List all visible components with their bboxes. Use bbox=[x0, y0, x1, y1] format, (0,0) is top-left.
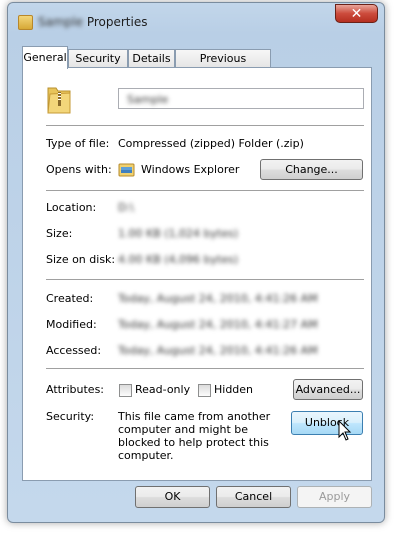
mouse-pointer-icon bbox=[338, 420, 352, 441]
cancel-button[interactable]: Cancel bbox=[216, 486, 291, 508]
ok-button[interactable]: OK bbox=[135, 486, 210, 508]
title-suffix: Properties bbox=[86, 15, 148, 29]
close-icon: ✕ bbox=[350, 6, 363, 22]
apply-button[interactable]: Apply bbox=[297, 486, 372, 508]
location-label: Location: bbox=[46, 201, 97, 214]
tab-previous-versions[interactable]: Previous Versions bbox=[175, 49, 271, 82]
unblock-button[interactable]: Unblock bbox=[291, 411, 363, 435]
read-only-checkbox[interactable] bbox=[119, 384, 132, 397]
type-value: Compressed (zipped) Folder (.zip) bbox=[118, 137, 304, 150]
file-name-value: Sample bbox=[127, 93, 169, 106]
file-name-field[interactable]: Sample bbox=[118, 88, 364, 109]
size-label: Size: bbox=[46, 227, 73, 240]
change-button[interactable]: Change... bbox=[260, 159, 363, 180]
size-value: 1.00 KB (1,024 bytes) bbox=[118, 227, 239, 240]
title-bar[interactable]: Sample Properties ✕ bbox=[8, 3, 384, 41]
window-title: Sample Properties bbox=[38, 15, 147, 29]
accessed-label: Accessed: bbox=[46, 344, 102, 357]
separator bbox=[46, 279, 364, 280]
hidden-checkbox[interactable] bbox=[198, 384, 211, 397]
title-filename: Sample bbox=[38, 15, 83, 29]
folder-zip-icon bbox=[18, 15, 33, 30]
attributes-label: Attributes: bbox=[46, 383, 105, 396]
opens-with-label: Opens with: bbox=[46, 163, 112, 176]
accessed-value: Today, August 24, 2010, 4:41:26 AM bbox=[118, 344, 318, 357]
general-tab-panel: Sample Type of file: Compressed (zipped)… bbox=[22, 67, 372, 481]
location-value: D:\ bbox=[118, 201, 134, 214]
security-message: This file came from another computer and… bbox=[118, 410, 271, 462]
type-label: Type of file: bbox=[46, 137, 110, 150]
tab-security[interactable]: Security bbox=[68, 49, 128, 68]
tab-details[interactable]: Details bbox=[128, 49, 175, 68]
separator bbox=[46, 190, 364, 191]
separator bbox=[46, 368, 364, 369]
security-label: Security: bbox=[46, 410, 95, 423]
size-on-disk-label: Size on disk: bbox=[46, 253, 116, 266]
opens-with-value: Windows Explorer bbox=[141, 163, 240, 176]
separator bbox=[46, 125, 364, 126]
properties-window: Sample Properties ✕ General Security Det… bbox=[7, 2, 385, 523]
advanced-button[interactable]: Advanced... bbox=[293, 379, 363, 400]
hidden-label[interactable]: Hidden bbox=[214, 383, 253, 396]
created-label: Created: bbox=[46, 292, 94, 305]
windows-explorer-icon bbox=[118, 163, 135, 177]
modified-value: Today, August 24, 2010, 4:41:27 AM bbox=[118, 318, 318, 331]
size-on-disk-value: 4.00 KB (4,096 bytes) bbox=[118, 253, 239, 266]
close-button[interactable]: ✕ bbox=[335, 4, 378, 23]
read-only-label[interactable]: Read-only bbox=[135, 383, 190, 396]
created-value: Today, August 24, 2010, 4:41:26 AM bbox=[118, 292, 318, 305]
modified-label: Modified: bbox=[46, 318, 97, 331]
tab-general[interactable]: General bbox=[22, 46, 68, 69]
zip-folder-icon bbox=[47, 87, 71, 114]
